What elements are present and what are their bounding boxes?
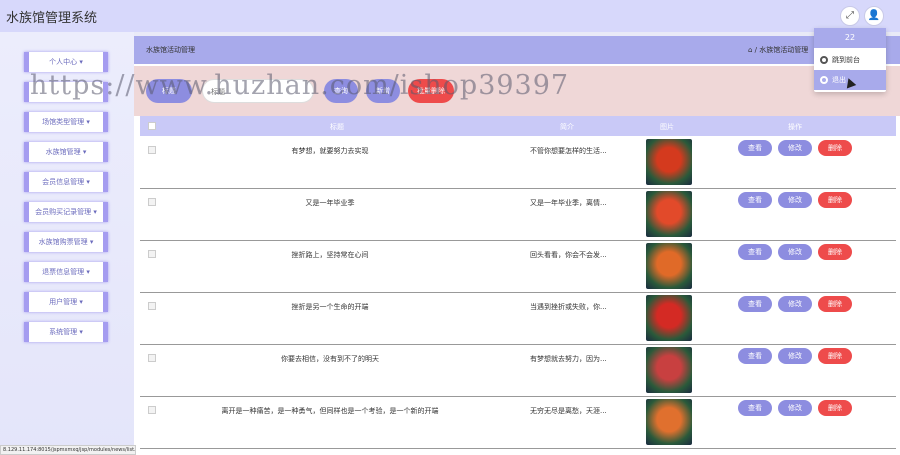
sidebar-item-users[interactable]: 用户管理 ▾ xyxy=(24,292,108,312)
row-fish-image xyxy=(646,243,692,289)
edit-button[interactable]: 修改 xyxy=(778,296,812,312)
breadcrumb-bar: 水族馆活动管理 ⌂ / 水族馆活动管理 xyxy=(134,36,900,64)
row-intro: 又是一年毕业季，离情... xyxy=(530,199,607,207)
edit-button[interactable]: 修改 xyxy=(778,400,812,416)
sidebar-item-profile[interactable]: 个人中心 ▾ xyxy=(24,52,108,72)
edit-button[interactable]: 修改 xyxy=(778,348,812,364)
row-intro: 回头看看，你会不会发... xyxy=(530,251,607,259)
row-intro: 有梦想就去努力，因为... xyxy=(530,355,607,363)
table-row: 挫折路上，坚持常在心间 回头看看，你会不会发... 查看 修改 删除 xyxy=(140,241,896,293)
table-row: 挫折是另一个生命的开端 当遇到挫折或失败，你... 查看 修改 删除 xyxy=(140,293,896,345)
front-icon xyxy=(820,56,828,64)
sidebar-item-venue-type[interactable]: 场馆类型管理 ▾ xyxy=(24,112,108,132)
edit-button[interactable]: 修改 xyxy=(778,192,812,208)
app-title: 水族馆管理系统 xyxy=(6,11,98,26)
row-title: 挫折路上，坚持常在心间 xyxy=(291,251,369,259)
row-checkbox[interactable] xyxy=(148,406,156,414)
row-title: 有梦想，就要努力去实现 xyxy=(291,147,369,155)
header-intro: 简介 xyxy=(560,123,574,131)
row-intro: 当遇到挫折或失败，你... xyxy=(530,303,607,311)
top-bar: 水族馆管理系统 ⤢ 👤 xyxy=(0,0,900,32)
logout-icon xyxy=(820,76,828,84)
view-button[interactable]: 查看 xyxy=(738,140,772,156)
row-title: 又是一年毕业季 xyxy=(305,199,355,207)
delete-button[interactable]: 删除 xyxy=(818,400,852,416)
sidebar-item-member-info[interactable]: 会员信息管理 ▾ xyxy=(24,172,108,192)
row-intro: 不管你想要怎样的生活... xyxy=(530,147,607,155)
row-fish-image xyxy=(646,399,692,445)
table-row: 你要去相信，没有到不了的明天 有梦想就去努力，因为... 查看 修改 删除 xyxy=(140,345,896,397)
row-title: 你要去相信，没有到不了的明天 xyxy=(281,355,379,363)
delete-button[interactable]: 删除 xyxy=(818,140,852,156)
table-row: 又是一年毕业季 又是一年毕业季，离情... 查看 修改 删除 xyxy=(140,189,896,241)
go-front-label: 跳到前台 xyxy=(832,56,860,64)
header-actions: 操作 xyxy=(788,123,802,131)
table-row: 离开是一种痛苦，是一种勇气，但同样也是一个考验，是一个新的开端 无穷无尽是离愁，天… xyxy=(140,397,896,449)
user-icon[interactable]: 👤 xyxy=(864,6,884,26)
view-button[interactable]: 查看 xyxy=(738,244,772,260)
row-checkbox[interactable] xyxy=(148,146,156,154)
row-fish-image xyxy=(646,191,692,237)
fullscreen-icon[interactable]: ⤢ xyxy=(840,6,860,26)
row-checkbox[interactable] xyxy=(148,198,156,206)
status-bar: 8.129.11.174:8015/jspmxmxq/jsp/modules/n… xyxy=(0,445,136,455)
sidebar-item-refund[interactable]: 退票信息管理 ▾ xyxy=(24,262,108,282)
header-title: 标题 xyxy=(330,123,344,131)
row-title: 离开是一种痛苦，是一种勇气，但同样也是一个考验，是一个新的开端 xyxy=(221,407,439,415)
page-title: 水族馆活动管理 xyxy=(146,46,195,54)
select-all-checkbox[interactable] xyxy=(148,122,156,130)
view-button[interactable]: 查看 xyxy=(738,348,772,364)
delete-button[interactable]: 删除 xyxy=(818,244,852,260)
edit-button[interactable]: 修改 xyxy=(778,244,812,260)
table-header: 标题 简介 图片 操作 xyxy=(140,116,896,136)
row-fish-image xyxy=(646,139,692,185)
row-intro: 无穷无尽是离愁，天涯... xyxy=(530,407,607,415)
sidebar-item-system[interactable]: 系统管理 ▾ xyxy=(24,322,108,342)
edit-button[interactable]: 修改 xyxy=(778,140,812,156)
view-button[interactable]: 查看 xyxy=(738,192,772,208)
header-image: 图片 xyxy=(660,123,674,131)
delete-button[interactable]: 删除 xyxy=(818,192,852,208)
delete-button[interactable]: 删除 xyxy=(818,348,852,364)
row-fish-image xyxy=(646,295,692,341)
sidebar-item-ticket[interactable]: 水族馆购票管理 ▾ xyxy=(24,232,108,252)
row-title: 挫折是另一个生命的开端 xyxy=(291,303,369,311)
view-button[interactable]: 查看 xyxy=(738,400,772,416)
watermark: https://www.huzhan.com/ishop39397 xyxy=(30,70,570,101)
dropdown-username: 22 xyxy=(814,28,886,48)
row-checkbox[interactable] xyxy=(148,354,156,362)
view-button[interactable]: 查看 xyxy=(738,296,772,312)
delete-button[interactable]: 删除 xyxy=(818,296,852,312)
row-checkbox[interactable] xyxy=(148,302,156,310)
breadcrumb[interactable]: ⌂ / 水族馆活动管理 xyxy=(748,45,808,55)
go-front-item[interactable]: 跳到前台 xyxy=(814,50,886,70)
row-checkbox[interactable] xyxy=(148,250,156,258)
sidebar-item-member-purchase[interactable]: 会员购买记录管理 ▾ xyxy=(24,202,108,222)
table-row: 有梦想，就要努力去实现 不管你想要怎样的生活... 查看 修改 删除 xyxy=(140,137,896,189)
sidebar-item-aquarium[interactable]: 水族馆管理 ▾ xyxy=(24,142,108,162)
row-fish-image xyxy=(646,347,692,393)
